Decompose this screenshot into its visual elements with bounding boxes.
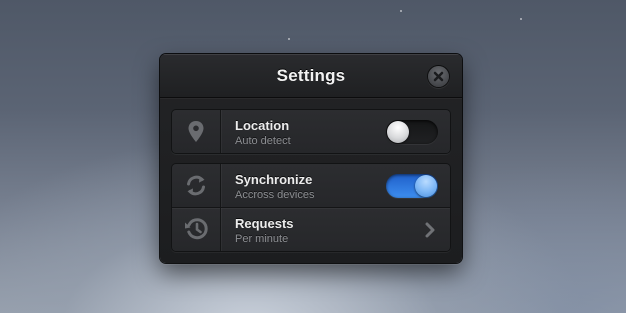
location-row: Location Auto detect bbox=[172, 110, 450, 153]
background-sparkle bbox=[288, 38, 290, 40]
requests-row[interactable]: Requests Per minute bbox=[172, 207, 450, 251]
requests-label: Requests bbox=[235, 216, 294, 231]
sync-requests-group: Synchronize Accross devices Requests Per… bbox=[172, 164, 450, 251]
synchronize-sublabel: Accross devices bbox=[235, 189, 315, 201]
synchronize-row: Synchronize Accross devices bbox=[172, 164, 450, 207]
location-label: Location bbox=[235, 118, 290, 133]
synchronize-toggle[interactable] bbox=[386, 174, 438, 198]
location-group: Location Auto detect bbox=[172, 110, 450, 153]
sync-icon-cell bbox=[172, 164, 221, 207]
location-icon-cell bbox=[172, 110, 221, 153]
sync-icon bbox=[187, 175, 205, 196]
close-button[interactable] bbox=[428, 66, 449, 87]
background-sparkle bbox=[520, 18, 522, 20]
background-sparkle bbox=[400, 10, 402, 12]
close-icon bbox=[433, 71, 444, 82]
requests-icon-cell bbox=[172, 208, 221, 251]
title-bar: Settings bbox=[160, 54, 462, 98]
settings-panel: Settings Location Auto detect Synchroniz… bbox=[160, 54, 462, 263]
location-toggle[interactable] bbox=[386, 120, 438, 144]
toggle-knob bbox=[387, 121, 409, 143]
chevron-right-icon[interactable] bbox=[424, 222, 436, 238]
toggle-knob bbox=[415, 175, 437, 197]
location-pin-icon bbox=[188, 121, 204, 142]
synchronize-label: Synchronize bbox=[235, 172, 313, 187]
requests-sublabel: Per minute bbox=[235, 233, 289, 245]
location-sublabel: Auto detect bbox=[235, 135, 291, 147]
page-title: Settings bbox=[276, 66, 346, 85]
history-icon bbox=[185, 218, 208, 240]
